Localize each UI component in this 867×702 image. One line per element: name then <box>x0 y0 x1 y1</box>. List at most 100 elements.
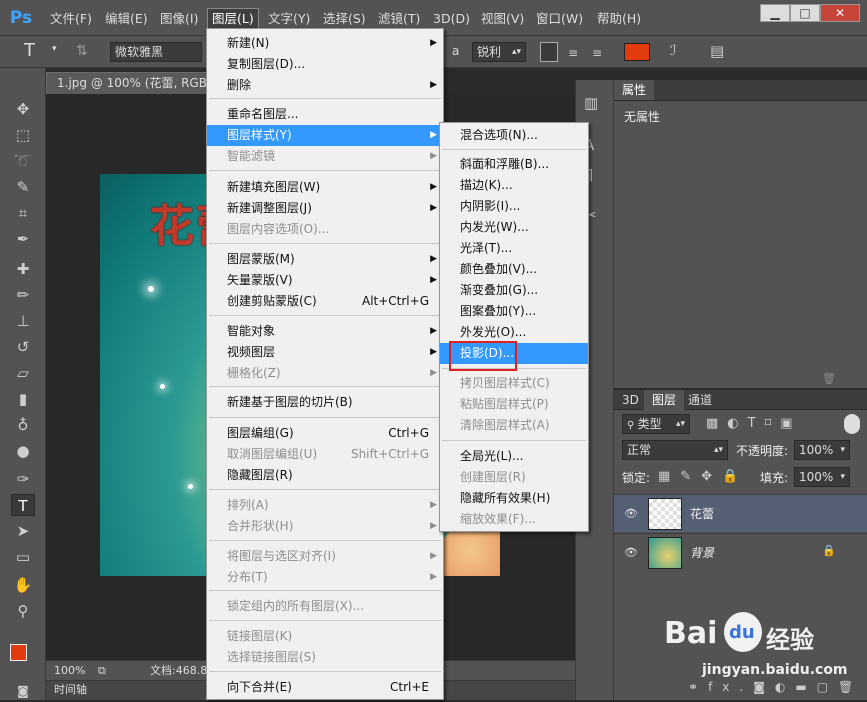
style-menu-item[interactable]: 斜面和浮雕(B)... <box>440 154 588 175</box>
text-color-swatch[interactable] <box>624 43 650 61</box>
foreground-color-swatch[interactable] <box>10 644 27 661</box>
document-tab[interactable]: 1.jpg @ 100% (花蕾, RGB/8 <box>46 72 214 94</box>
fill-input[interactable]: 100% ▾ <box>794 467 850 487</box>
antialias-select[interactable]: 锐利 ▴▾ <box>472 42 526 62</box>
shape-tool-icon[interactable]: ▭ <box>11 546 35 568</box>
minimize-button[interactable]: ▁ <box>760 4 790 22</box>
menu-select[interactable]: 选择(S) <box>319 10 370 28</box>
lock-icons[interactable]: ▦✎✥🔒 <box>658 469 748 484</box>
status-icon[interactable]: ⧉ <box>98 662 106 680</box>
zoom-level[interactable]: 100% <box>54 662 85 680</box>
layer-menu-item[interactable]: 隐藏图层(R) <box>207 465 443 486</box>
chevron-down-icon[interactable]: ▾ <box>52 44 57 54</box>
layer-menu-item[interactable]: 图层编组(G) Ctrl+G <box>207 423 443 444</box>
lasso-tool-icon[interactable]: ➰ <box>11 150 35 172</box>
layer-menu-item[interactable]: 新建(N) ▶ <box>207 33 443 54</box>
healing-tool-icon[interactable]: ✚ <box>11 258 35 280</box>
menu-window[interactable]: 窗口(W) <box>532 10 587 28</box>
type-tool-icon[interactable]: T <box>11 494 35 516</box>
tab-properties[interactable]: 属性 <box>614 80 655 100</box>
trash-icon[interactable]: 🗑 <box>822 372 836 385</box>
menu-image[interactable]: 图像(I) <box>156 10 202 28</box>
align-center-icon[interactable]: ≡ <box>568 46 578 60</box>
menu-type[interactable]: 文字(Y) <box>264 10 314 28</box>
move-tool-icon[interactable]: ✥ <box>11 98 35 120</box>
orientation-icon[interactable]: ⇅ <box>76 43 88 59</box>
layer-menu-item[interactable]: 向下合并(E) Ctrl+E <box>207 677 443 698</box>
quick-mask-icon[interactable]: ◙ <box>11 680 35 702</box>
eyedropper-tool-icon[interactable]: ✒ <box>11 228 35 250</box>
blend-mode-select[interactable]: 正常 ▴▾ <box>622 440 728 460</box>
brush-tool-icon[interactable]: ✏ <box>11 284 35 306</box>
type-tool-icon[interactable]: T <box>24 40 35 61</box>
layer-menu-item[interactable]: 删除 ▶ <box>207 75 443 96</box>
layer-name[interactable]: 花蕾 <box>690 505 714 522</box>
style-menu-item[interactable]: 内阴影(I)... <box>440 196 588 217</box>
style-menu-item[interactable]: 外发光(O)... <box>440 322 588 343</box>
menu-view[interactable]: 视图(V) <box>477 10 528 28</box>
layer-menu-item[interactable]: 创建剪贴蒙版(C) Alt+Ctrl+G <box>207 291 443 312</box>
dodge-tool-icon[interactable]: ● <box>11 440 35 462</box>
character-panel-icon[interactable]: ▤ <box>710 42 724 60</box>
style-menu-item[interactable]: 混合选项(N)... <box>440 125 588 146</box>
layer-menu-item[interactable]: 视频图层 ▶ <box>207 342 443 363</box>
close-button[interactable]: ✕ <box>820 4 860 22</box>
layer-menu-item: 图层内容选项(O)... <box>227 222 330 236</box>
pen-tool-icon[interactable]: ✑ <box>11 468 35 490</box>
align-right-icon[interactable]: ≡ <box>592 46 602 60</box>
tab-channels[interactable]: 通道 <box>680 390 720 410</box>
layer-menu-item[interactable]: 复制图层(D)... <box>207 54 443 75</box>
style-menu-item[interactable]: 图案叠加(Y)... <box>440 301 588 322</box>
menu-3d[interactable]: 3D(D) <box>429 10 474 28</box>
opacity-input[interactable]: 100% ▾ <box>794 440 850 460</box>
layer-row[interactable]: 👁 背景 🔒 <box>614 533 867 571</box>
visibility-eye-icon[interactable]: 👁 <box>624 546 638 559</box>
style-menu-item[interactable]: 全局光(L)... <box>440 446 588 467</box>
visibility-eye-icon[interactable]: 👁 <box>624 507 638 520</box>
filter-icons[interactable]: ▩◐T⌑▣ <box>706 416 802 431</box>
history-brush-icon[interactable]: ↺ <box>11 336 35 358</box>
menu-filter[interactable]: 滤镜(T) <box>374 10 424 28</box>
stamp-tool-icon[interactable]: ⊥ <box>11 310 35 332</box>
path-select-tool-icon[interactable]: ➤ <box>11 520 35 542</box>
style-menu-item[interactable]: 描边(K)... <box>440 175 588 196</box>
layer-menu-item[interactable]: 新建调整图层(J) ▶ <box>207 198 443 219</box>
layer-name[interactable]: 背景 <box>690 544 714 561</box>
layer-menu-item[interactable]: 重命名图层... <box>207 104 443 125</box>
history-panel-icon[interactable]: ▥ <box>584 94 598 112</box>
quick-select-tool-icon[interactable]: ✎ <box>11 176 35 198</box>
warp-text-icon[interactable]: ℐ <box>670 43 677 59</box>
gradient-tool-icon[interactable]: ▮ <box>11 388 35 410</box>
marquee-tool-icon[interactable]: ⬚ <box>11 124 35 146</box>
submenu-arrow-icon: ▶ <box>430 551 437 561</box>
style-menu-item[interactable]: 渐变叠加(G)... <box>440 280 588 301</box>
tab-3d[interactable]: 3D <box>614 390 647 410</box>
maximize-button[interactable]: □ <box>790 4 820 22</box>
layer-menu-item[interactable]: 新建基于图层的切片(B) <box>207 392 443 413</box>
menu-edit[interactable]: 编辑(E) <box>101 10 152 28</box>
layer-menu-item[interactable]: 图层蒙版(M) ▶ <box>207 249 443 270</box>
align-left-icon[interactable] <box>540 42 558 62</box>
style-menu-item[interactable]: 内发光(W)... <box>440 217 588 238</box>
style-menu-item[interactable]: 隐藏所有效果(H) <box>440 488 588 509</box>
layer-menu-item[interactable]: 智能对象 ▶ <box>207 321 443 342</box>
style-menu-item[interactable]: 颜色叠加(V)... <box>440 259 588 280</box>
eraser-tool-icon[interactable]: ▱ <box>11 362 35 384</box>
zoom-tool-icon[interactable]: ⚲ <box>11 600 35 622</box>
crop-tool-icon[interactable]: ⌗ <box>11 202 35 224</box>
tab-layers[interactable]: 图层 <box>644 390 685 410</box>
layer-filter-select[interactable]: ⚲ 类型 ▴▾ <box>622 414 690 434</box>
menu-layer[interactable]: 图层(L) <box>207 8 259 30</box>
filter-toggle[interactable] <box>844 414 860 434</box>
menu-help[interactable]: 帮助(H) <box>593 10 645 28</box>
blur-tool-icon[interactable]: ♁ <box>11 414 35 436</box>
submenu-arrow-icon: ▶ <box>430 182 437 192</box>
font-family-select[interactable]: 微软雅黑 <box>110 42 202 62</box>
layer-menu-item[interactable]: 矢量蒙版(V) ▶ <box>207 270 443 291</box>
style-menu-item[interactable]: 光泽(T)... <box>440 238 588 259</box>
hand-tool-icon[interactable]: ✋ <box>11 574 35 596</box>
layer-menu-item[interactable]: 新建填充图层(W) ▶ <box>207 177 443 198</box>
menu-file[interactable]: 文件(F) <box>46 10 96 28</box>
layer-menu-item[interactable]: 图层样式(Y) ▶ <box>207 125 443 146</box>
layer-row[interactable]: 👁 花蕾 <box>614 494 867 532</box>
